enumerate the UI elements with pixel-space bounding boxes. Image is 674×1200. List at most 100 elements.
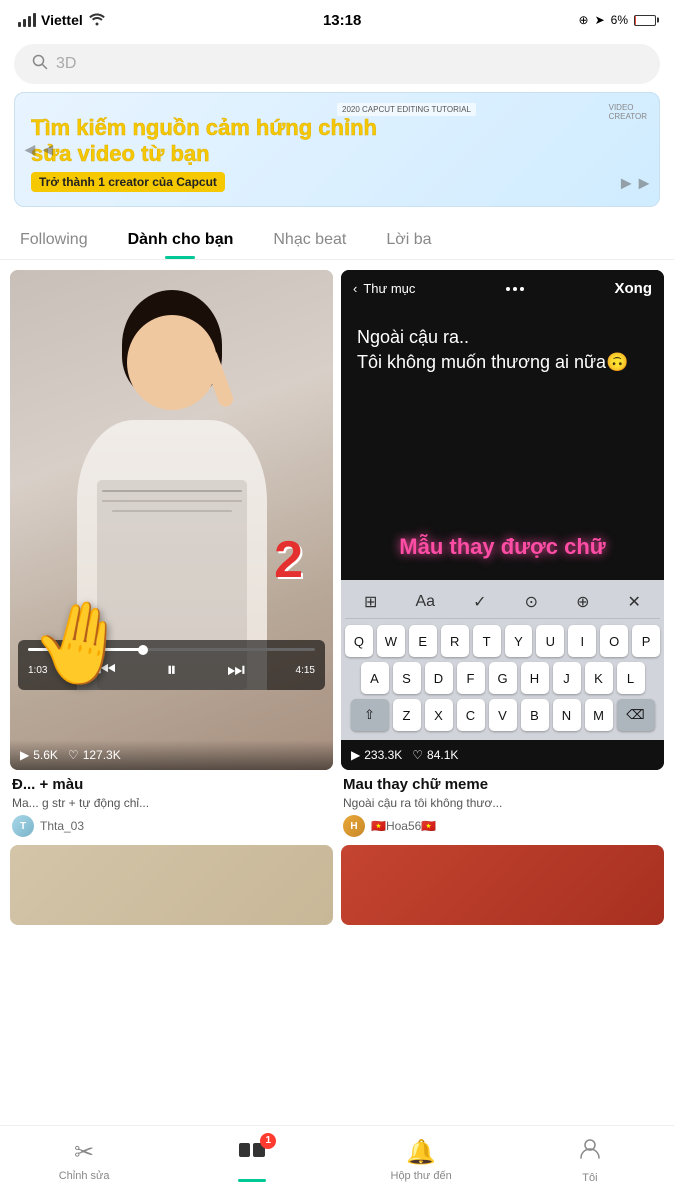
kb-key-p[interactable]: P <box>632 625 660 657</box>
kb-key-a[interactable]: A <box>361 662 389 694</box>
banner-next-icon: ►► <box>617 173 653 194</box>
nav-feed[interactable]: 1 <box>222 1139 282 1182</box>
content-grid: 2 1:03 ⏮ ⏸ ⏭ 4:15 ▶ 5.6K <box>0 260 674 837</box>
tab-beat[interactable]: Nhạc beat <box>253 221 366 259</box>
tab-lyrics[interactable]: Lời ba <box>366 221 451 259</box>
mini-card-left[interactable] <box>10 845 333 925</box>
kb-shift-key[interactable]: ⇧ <box>351 699 389 731</box>
nav-feed-wrap: 1 <box>236 1139 268 1174</box>
header-dots[interactable] <box>506 287 524 291</box>
heart-icon: ♡ <box>68 748 79 762</box>
play-icon: ▶ <box>20 748 29 762</box>
kb-key-x[interactable]: X <box>425 699 453 731</box>
kb-key-d[interactable]: D <box>425 662 453 694</box>
kb-backspace-key[interactable]: ⌫ <box>617 699 655 731</box>
mini-card-right[interactable] <box>341 845 664 925</box>
card-pink-text: Mẫu thay được chữ <box>341 514 664 580</box>
card-right-desc: Ngoài cậu ra tôi không thươ... <box>343 796 662 810</box>
tab-for-you[interactable]: Dành cho bạn <box>108 221 254 259</box>
banner-title: Tìm kiếm nguồn cảm hứng chỉnhsửa video t… <box>31 115 643 168</box>
kb-globe-icon[interactable]: ⊕ <box>576 592 589 612</box>
keyboard-toolbar: ⊞ Aa ✓ ⊙ ⊕ ✕ <box>345 586 660 619</box>
search-input[interactable]: 3D <box>56 55 76 73</box>
video-card-left[interactable]: 2 1:03 ⏮ ⏸ ⏭ 4:15 ▶ 5.6K <box>10 270 333 837</box>
location-icon: ⊕ <box>579 13 589 27</box>
kb-key-y[interactable]: Y <box>505 625 533 657</box>
nav-edit[interactable]: ✂ Chỉnh sửa <box>54 1138 114 1182</box>
card-right-info: Mau thay chữ meme Ngoài cậu ra tôi không… <box>341 770 664 837</box>
card-right-content: ‹ Thư mục Xong Ngoài cậu ra.. Tôi không … <box>341 270 664 770</box>
tabs-bar: Following Dành cho bạn Nhạc beat Lời ba <box>0 215 674 260</box>
card-left-title: Đ... + màu <box>12 776 331 793</box>
kb-key-q[interactable]: Q <box>345 625 373 657</box>
hand-cursor-icon: 🤚 <box>23 588 137 698</box>
profile-icon <box>577 1136 603 1169</box>
play-icon-right: ▶ <box>351 748 360 762</box>
kb-key-v[interactable]: V <box>489 699 517 731</box>
kb-key-o[interactable]: O <box>600 625 628 657</box>
card-right-video[interactable]: ‹ Thư mục Xong Ngoài cậu ra.. Tôi không … <box>341 270 664 770</box>
kb-key-t[interactable]: T <box>473 625 501 657</box>
kb-key-w[interactable]: W <box>377 625 405 657</box>
keyboard-area: ⊞ Aa ✓ ⊙ ⊕ ✕ Q W E R T Y <box>341 580 664 740</box>
timeline-end-time: 4:15 <box>296 665 315 676</box>
view-count-right: ▶ 233.3K <box>351 748 402 762</box>
header-left: ‹ Thư mục <box>353 281 415 296</box>
kb-key-i[interactable]: I <box>568 625 596 657</box>
banner-video-creator: VIDEOCREATOR <box>609 103 647 121</box>
kb-key-g[interactable]: G <box>489 662 517 694</box>
kb-check-icon[interactable]: ✓ <box>473 592 486 612</box>
banner-prev-icon: ◄◄ <box>21 139 57 160</box>
keyboard-row-1: Q W E R T Y U I O P <box>345 625 660 657</box>
kb-key-f[interactable]: F <box>457 662 485 694</box>
kb-close-icon[interactable]: ✕ <box>628 592 641 612</box>
pause-icon[interactable]: ⏸ <box>167 659 177 682</box>
like-count-right: ♡ 84.1K <box>412 748 458 762</box>
card-left-desc: Ma... g str + tự động chỉ... <box>12 796 331 810</box>
kb-key-m[interactable]: M <box>585 699 613 731</box>
kb-camera-icon[interactable]: ⊙ <box>525 592 538 612</box>
nav-edit-label: Chỉnh sửa <box>59 1170 110 1182</box>
kb-key-n[interactable]: N <box>553 699 581 731</box>
carrier-label: Viettel <box>41 12 83 28</box>
card-left-video[interactable]: 2 1:03 ⏮ ⏸ ⏭ 4:15 ▶ 5.6K <box>10 270 333 770</box>
folder-label: Thư mục <box>363 281 415 296</box>
battery-icon <box>634 15 656 26</box>
kb-key-j[interactable]: J <box>553 662 581 694</box>
tab-following[interactable]: Following <box>0 221 108 259</box>
keyboard-row-3: ⇧ Z X C V B N M ⌫ <box>345 699 660 731</box>
kb-key-s[interactable]: S <box>393 662 421 694</box>
search-bar[interactable]: 3D <box>14 44 660 84</box>
nav-inbox-label: Hộp thư đến <box>391 1170 452 1182</box>
feed-active-indicator <box>238 1179 266 1182</box>
banner-tag: 2020 CAPCUT EDITING TUTORIAL <box>337 103 476 116</box>
card-text-line2: Tôi không muốn thương ai nữa🙃 <box>357 352 648 373</box>
card-left-avatar: T <box>12 815 34 837</box>
fastforward-icon[interactable]: ⏭ <box>227 659 245 682</box>
status-left: Viettel <box>18 12 106 29</box>
kb-key-z[interactable]: Z <box>393 699 421 731</box>
card-left-image <box>10 270 333 770</box>
video-card-right[interactable]: ‹ Thư mục Xong Ngoài cậu ra.. Tôi không … <box>341 270 664 837</box>
like-count: ♡ 127.3K <box>68 748 121 762</box>
kb-key-c[interactable]: C <box>457 699 485 731</box>
signal-icon <box>18 13 36 27</box>
kb-text-icon[interactable]: Aa <box>416 593 436 611</box>
bottom-nav: ✂ Chỉnh sửa 1 🔔 Hộp thư đến Tôi <box>0 1125 674 1200</box>
kb-key-k[interactable]: K <box>585 662 613 694</box>
back-chevron-icon[interactable]: ‹ <box>353 281 357 296</box>
kb-key-h[interactable]: H <box>521 662 549 694</box>
card-right-stats: ▶ 233.3K ♡ 84.1K <box>341 740 664 770</box>
card-right-header: ‹ Thư mục Xong <box>341 270 664 307</box>
card-text-line1: Ngoài cậu ra.. <box>357 327 648 348</box>
scissors-icon: ✂ <box>74 1138 94 1167</box>
kb-key-r[interactable]: R <box>441 625 469 657</box>
kb-key-l[interactable]: L <box>617 662 645 694</box>
nav-profile[interactable]: Tôi <box>560 1136 620 1184</box>
kb-key-b[interactable]: B <box>521 699 549 731</box>
kb-key-e[interactable]: E <box>409 625 437 657</box>
nav-inbox[interactable]: 🔔 Hộp thư đến <box>391 1138 452 1182</box>
kb-key-u[interactable]: U <box>536 625 564 657</box>
kb-grid-icon[interactable]: ⊞ <box>364 592 377 612</box>
close-button[interactable]: Xong <box>614 280 652 297</box>
